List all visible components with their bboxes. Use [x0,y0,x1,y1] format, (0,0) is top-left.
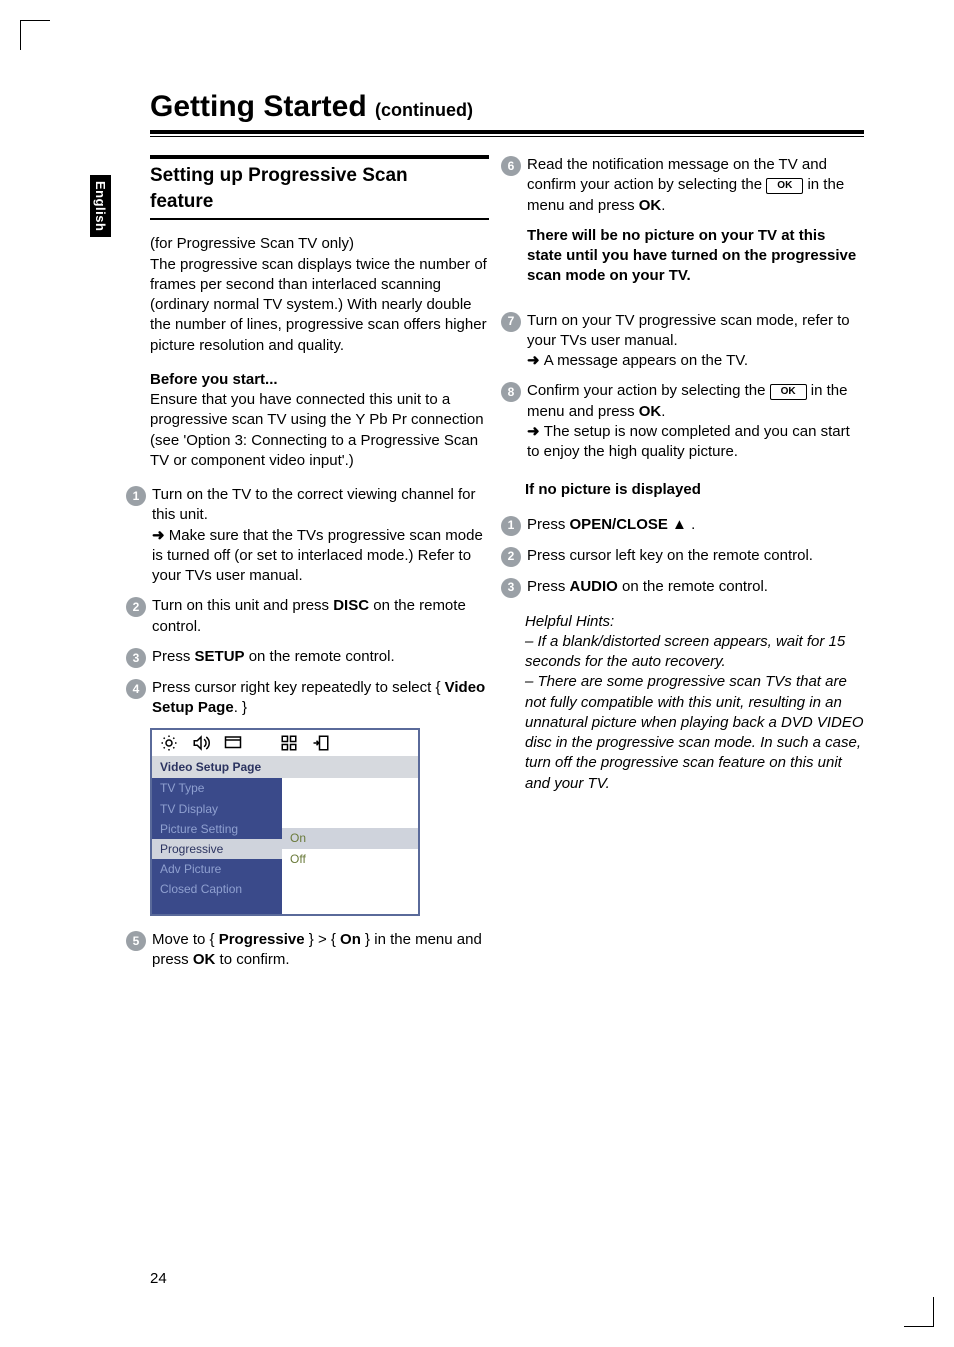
menu-item: Adv Picture [152,859,282,879]
monitor-icon [224,734,242,752]
step-number-8: 8 [501,382,521,402]
step5-d: to confirm. [215,951,289,968]
menu-left-list: TV Type TV Display Picture Setting Progr… [152,778,282,913]
title-rule [150,130,864,137]
menu-icon-bar [152,730,418,756]
step5-b: } > { [305,931,340,948]
step4-text-b: . } [234,699,247,716]
step-5: 5 Move to { Progressive } > { On } in th… [126,930,489,971]
step8-a: Confirm your action by selecting the [527,382,770,399]
np3-audio: AUDIO [570,578,618,595]
crop-mark-bottom-right [904,1297,934,1327]
crop-mark-top-left [20,20,50,50]
hints-head: Helpful Hints: [525,613,614,630]
np-step-3: 3 Press AUDIO on the remote control. [501,577,864,598]
right-column: 6 Read the notification message on the T… [525,155,864,980]
no-picture-heading: If no picture is displayed [525,480,864,500]
step2-text-a: Turn on this unit and press [152,597,333,614]
step2-disc: DISC [333,597,369,614]
step8-arrow: The setup is now completed and you can s… [527,423,850,460]
settings-icon [160,734,178,752]
np-step-1: 1 Press OPEN/CLOSE ▲ . [501,515,864,536]
step4-text-a: Press cursor right key repeatedly to sel… [152,679,445,696]
np1-openclose: OPEN/CLOSE [570,516,668,533]
hint-1: – If a blank/distorted screen appears, w… [525,633,845,670]
page-title: Getting Started (continued) [150,90,864,124]
step8-c: . [661,403,665,420]
step6-ok2: OK [639,197,662,214]
grid-icon [280,734,298,752]
step8-ok2: OK [639,403,662,420]
np2-text: Press cursor left key on the remote cont… [527,546,864,566]
menu-option-highlighted: On [282,828,418,848]
step1-arrow: Make sure that the TVs progressive scan … [152,527,483,585]
step-number-1: 1 [126,486,146,506]
hint-2: – There are some progressive scan TVs th… [525,673,864,791]
language-tab: English [90,175,111,237]
video-setup-menu-figure: Video Setup Page TV Type TV Display Pict… [150,728,420,915]
arrow-page-icon [312,734,330,752]
step3-text-a: Press [152,648,195,665]
step-4: 4 Press cursor right key repeatedly to s… [126,678,489,719]
section-heading-line2: feature [150,189,489,215]
ok-button-graphic: OK [770,384,807,400]
helpful-hints: Helpful Hints: – If a blank/distorted sc… [525,612,864,794]
before-body: Ensure that you have connected this unit… [150,391,484,469]
menu-item: Closed Caption [152,879,282,899]
step1-text: Turn on the TV to the correct viewing ch… [152,486,476,523]
page-title-continued: (continued) [375,100,473,120]
section-heading: Setting up Progressive Scan feature [150,155,489,220]
np3-a: Press [527,578,570,595]
step5-on: On [340,931,361,948]
before-you-start: Before you start... Ensure that you have… [150,370,489,471]
np3-b: on the remote control. [618,578,768,595]
speaker-icon [192,734,210,752]
step-2: 2 Turn on this unit and press DISC on th… [126,596,489,637]
step6-note: There will be no picture on your TV at t… [527,226,864,287]
step-number-5: 5 [126,931,146,951]
step7-a: Turn on your TV progressive scan mode, r… [527,312,850,349]
eject-icon: ▲ [672,516,687,533]
page-title-main: Getting Started [150,90,367,123]
section-heading-line1: Setting up Progressive Scan [150,165,408,186]
page-number: 24 [150,1270,167,1287]
step-number-6: 6 [501,156,521,176]
np1-a: Press [527,516,570,533]
step-7: 7 Turn on your TV progressive scan mode,… [501,311,864,372]
np-step-number-3: 3 [501,578,521,598]
step-8: 8 Confirm your action by selecting the O… [501,381,864,462]
menu-item: Picture Setting [152,819,282,839]
left-column: Setting up Progressive Scan feature (for… [150,155,489,980]
menu-option: Off [282,849,418,869]
step5-progressive: Progressive [219,931,305,948]
np-step-number-1: 1 [501,516,521,536]
step3-setup: SETUP [195,648,245,665]
step-number-7: 7 [501,312,521,332]
step-6: 6 Read the notification message on the T… [501,155,864,301]
np-step-number-2: 2 [501,547,521,567]
step6-c: . [661,197,665,214]
menu-item-highlighted: Progressive [152,839,282,859]
menu-item: TV Type [152,778,282,798]
ok-button-graphic: OK [766,178,803,194]
step-1: 1 Turn on the TV to the correct viewing … [126,485,489,586]
intro-paragraph: (for Progressive Scan TV only) The progr… [150,234,489,356]
step3-text-b: on the remote control. [245,648,395,665]
menu-header: Video Setup Page [152,756,418,778]
step5-ok: OK [193,951,216,968]
menu-item: TV Display [152,799,282,819]
np-step-2: 2 Press cursor left key on the remote co… [501,546,864,567]
step-number-3: 3 [126,648,146,668]
step7-arrow: A message appears on the TV. [527,352,748,369]
menu-right-list: On Off [282,778,418,913]
step-number-2: 2 [126,597,146,617]
step-3: 3 Press SETUP on the remote control. [126,647,489,668]
step5-a: Move to { [152,931,219,948]
step-number-4: 4 [126,679,146,699]
before-head: Before you start... [150,371,278,388]
